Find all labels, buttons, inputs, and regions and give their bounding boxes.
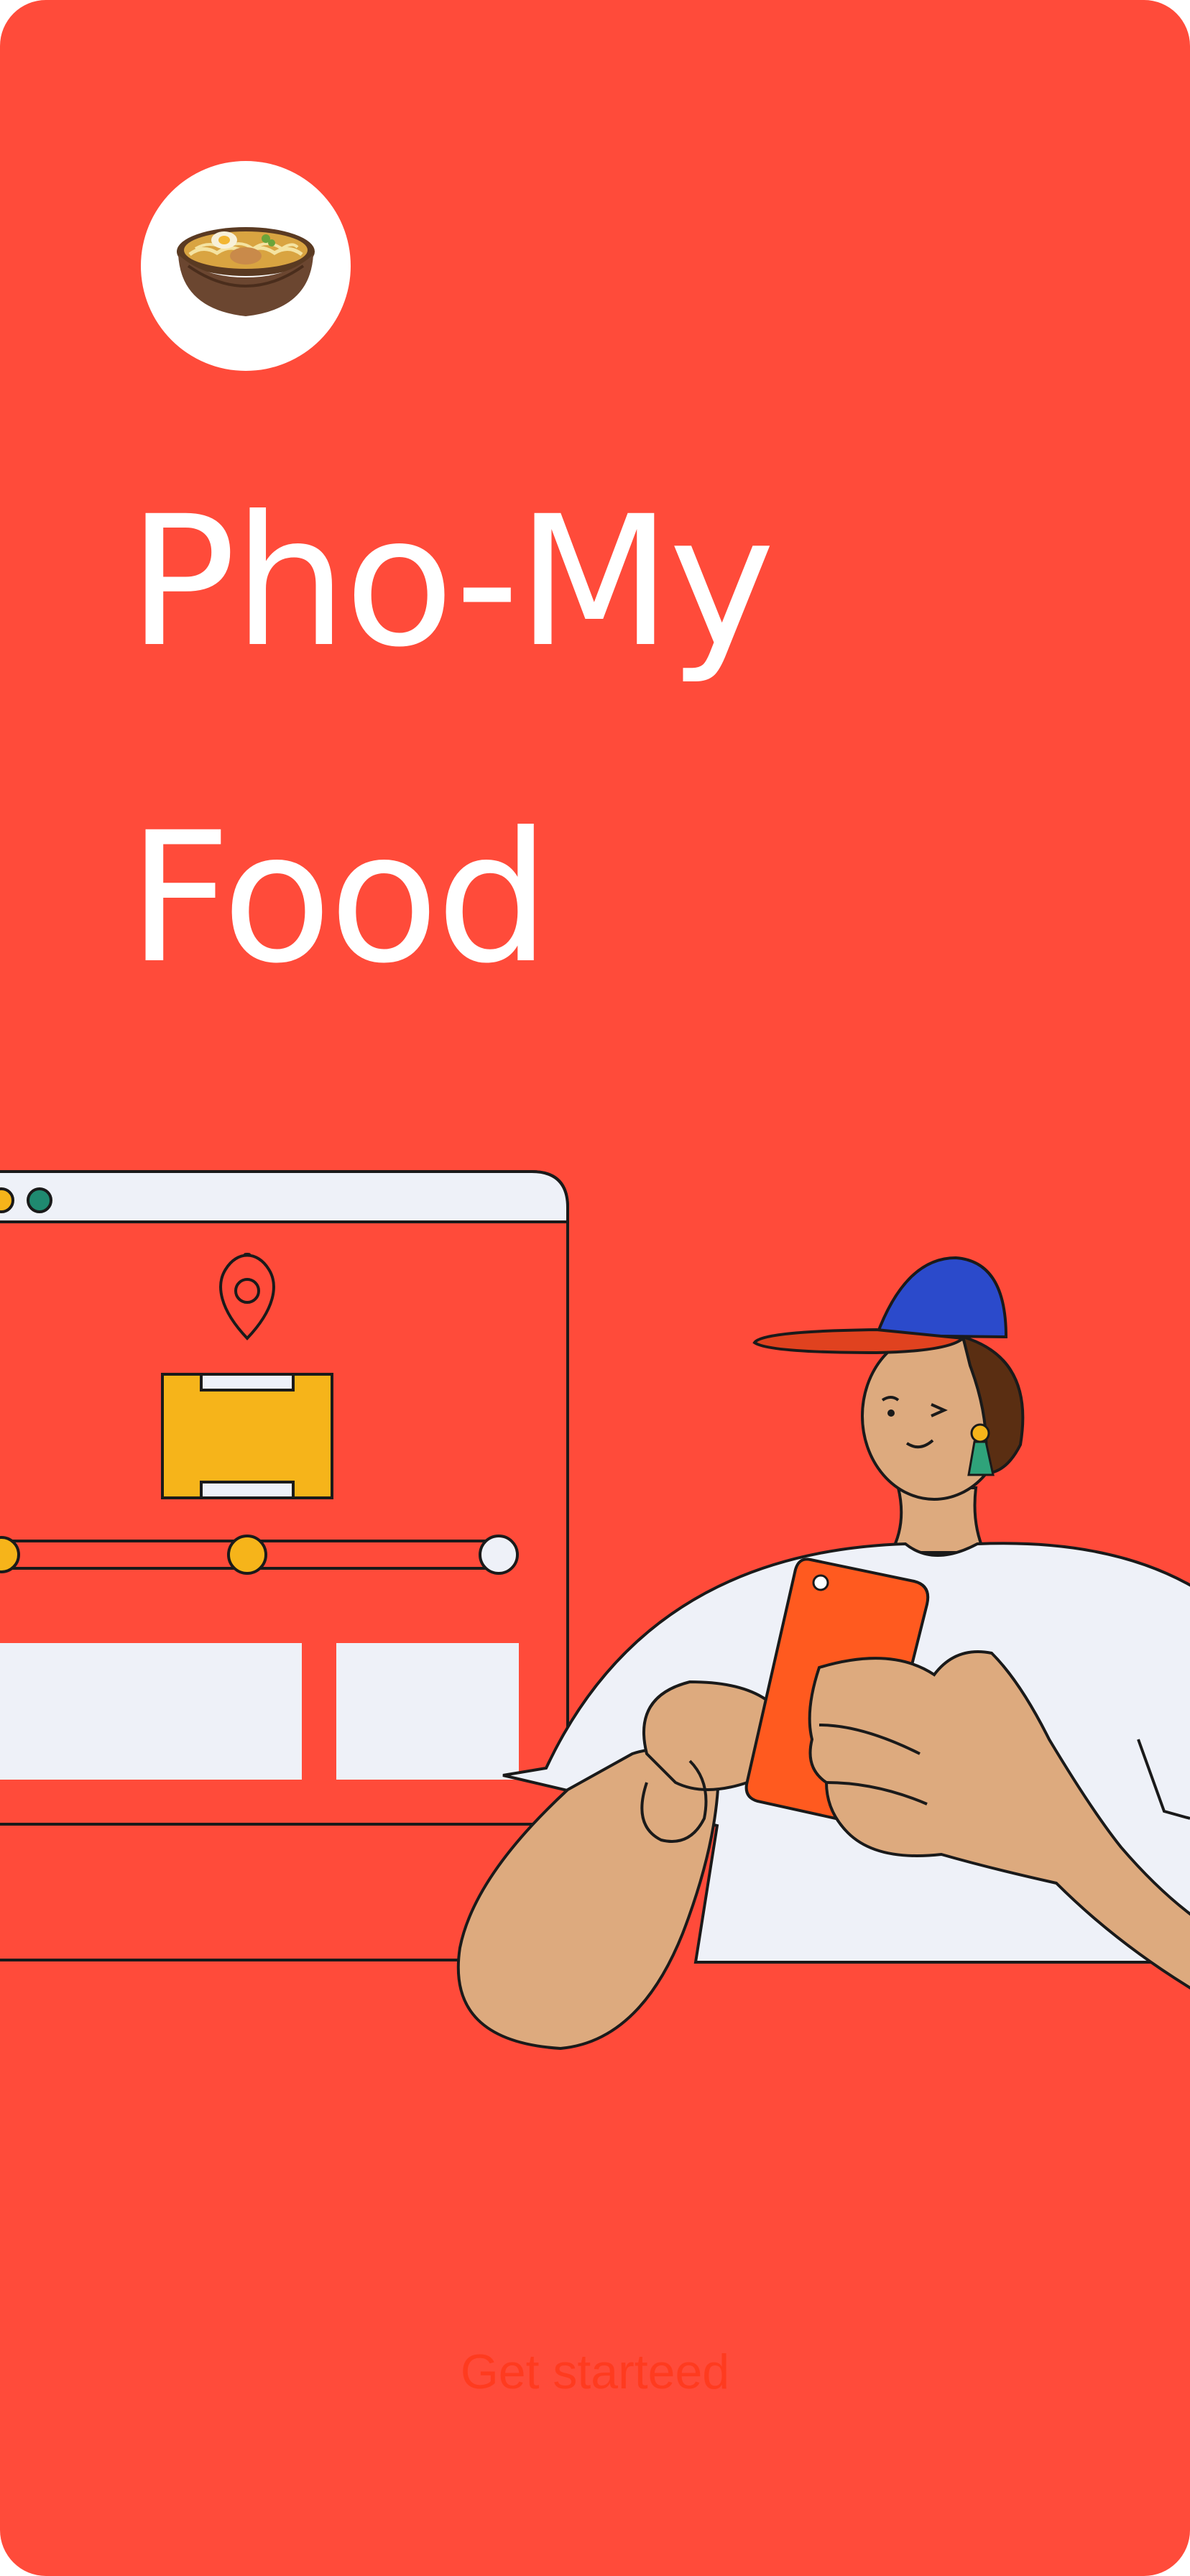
cap-icon	[875, 1256, 1008, 1339]
package-icon	[161, 1373, 333, 1499]
delivery-illustration	[0, 1170, 1190, 2051]
progress-step-current	[227, 1535, 267, 1575]
get-started-button[interactable]: Get starteed	[0, 2336, 1190, 2408]
app-title-line-1: Pho-My	[128, 477, 775, 686]
app-logo	[141, 161, 351, 371]
tracking-window	[0, 1170, 569, 1961]
app-title-line-2: Food	[128, 794, 550, 1003]
window-dot-yellow-icon	[0, 1187, 14, 1213]
onboarding-screen: Pho-My Food Get starteed	[0, 0, 1190, 2576]
pho-bowl-icon	[177, 227, 315, 316]
app-title: Pho-My Food	[128, 424, 775, 1057]
window-dot-green-icon	[27, 1187, 52, 1213]
progress-step-next	[479, 1535, 519, 1575]
